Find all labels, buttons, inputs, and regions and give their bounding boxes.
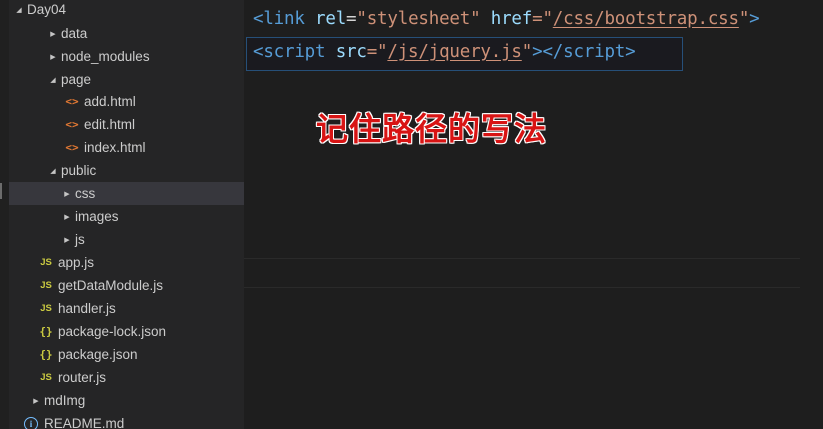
chevron-right-icon[interactable]: ▶	[45, 30, 61, 38]
js-file-icon: JS	[40, 372, 52, 383]
file-item[interactable]: <> index.html	[9, 136, 244, 159]
sash-indicator[interactable]	[0, 183, 2, 199]
tree-item-label: getDataModule.js	[58, 278, 164, 293]
token-attr: src	[335, 42, 367, 62]
info-icon: i	[24, 416, 38, 429]
folder-item[interactable]: ▶ mdImg	[9, 389, 244, 412]
file-item[interactable]: JS app.js	[9, 251, 244, 274]
file-item[interactable]: {} package.json	[9, 343, 244, 366]
tree-item-label: Day04	[27, 2, 67, 17]
token-eq-quote: ="	[532, 9, 553, 29]
file-item[interactable]: <> add.html	[9, 90, 244, 113]
token-eq-quote: ="	[366, 42, 388, 62]
chevron-down-icon[interactable]: ◢	[45, 167, 61, 175]
html-file-icon: <>	[65, 95, 79, 108]
tree-item-label: data	[61, 26, 88, 41]
annotation-text: 记住路径的写法	[316, 110, 548, 148]
chevron-down-icon[interactable]: ◢	[11, 6, 27, 14]
tree-item-label: app.js	[58, 255, 95, 270]
chevron-right-icon[interactable]: ▶	[59, 236, 75, 244]
explorer-gutter	[0, 0, 9, 429]
tree-item-label: add.html	[84, 94, 136, 109]
file-item[interactable]: {} package-lock.json	[9, 320, 244, 343]
file-item[interactable]: i README.md	[9, 412, 244, 429]
code-line-script[interactable]: <script src="/js/jquery.js"></script>	[253, 42, 636, 62]
file-explorer: ◢ Day04 ▶ data ▶ node_modules ◢ page <> add.html <…	[0, 0, 244, 429]
chevron-down-icon[interactable]: ◢	[45, 76, 61, 84]
js-file-icon: JS	[40, 303, 52, 314]
tree-item-label: mdImg	[44, 393, 86, 408]
tree-item-label: handler.js	[58, 301, 116, 316]
tree-item-label: node_modules	[61, 49, 150, 64]
token-path-link[interactable]: /css/bootstrap.css	[553, 9, 739, 29]
token-quote: "	[521, 42, 533, 62]
html-file-icon: <>	[65, 141, 79, 154]
token-punct: >	[749, 9, 760, 29]
tree-item-label: css	[75, 186, 96, 201]
js-file-icon: JS	[40, 280, 52, 291]
tree-item-label: edit.html	[84, 117, 136, 132]
folder-item[interactable]: ◢ public	[9, 159, 244, 182]
token-attr: rel	[315, 9, 347, 29]
folder-item[interactable]: ◢ Day04	[9, 0, 244, 21]
code-editor[interactable]: <link rel="stylesheet" href="/css/bootst…	[244, 0, 823, 429]
tree-item-label: js	[75, 232, 85, 247]
token-tag: link	[263, 9, 305, 29]
tree-item-label: page	[61, 72, 92, 87]
js-file-icon: JS	[40, 257, 52, 268]
token-attr: href	[490, 9, 533, 29]
folder-item[interactable]: ▶ images	[9, 205, 244, 228]
folder-item[interactable]: ▶ data	[9, 22, 244, 45]
token-punct: <	[253, 42, 264, 62]
file-item[interactable]: <> edit.html	[9, 113, 244, 136]
tree-item-label: README.md	[44, 416, 125, 429]
folder-item[interactable]: ▶ js	[9, 228, 244, 251]
file-item[interactable]: JS router.js	[9, 366, 244, 389]
token-tag: script	[563, 42, 626, 62]
tree-item-label: images	[75, 209, 119, 224]
json-file-icon: {}	[39, 348, 53, 361]
token-quote: "	[738, 9, 750, 29]
tree-item-label: router.js	[58, 370, 107, 385]
chevron-right-icon[interactable]: ▶	[45, 53, 61, 61]
folder-item[interactable]: ◢ page	[9, 68, 244, 91]
tree-item-label: package-lock.json	[58, 324, 167, 339]
token-tag: script	[263, 42, 326, 62]
html-file-icon: <>	[65, 118, 79, 131]
folder-item[interactable]: ▶ node_modules	[9, 45, 244, 68]
code-line-link[interactable]: <link rel="stylesheet" href="/css/bootst…	[253, 9, 760, 29]
token-punct: <	[253, 9, 264, 29]
file-item[interactable]: JS getDataModule.js	[9, 274, 244, 297]
json-file-icon: {}	[39, 325, 53, 338]
token-string: "stylesheet"	[356, 9, 481, 29]
tree-item-label: index.html	[84, 140, 146, 155]
chevron-right-icon[interactable]: ▶	[28, 397, 44, 405]
tree-item-label: public	[61, 163, 97, 178]
divider	[244, 287, 800, 288]
divider	[244, 258, 800, 259]
tree-item-label: package.json	[58, 347, 138, 362]
token-eq: =	[346, 9, 357, 29]
folder-item[interactable]: ▶ css	[9, 182, 244, 205]
chevron-right-icon[interactable]: ▶	[59, 213, 75, 221]
token-punct: ></	[532, 42, 564, 62]
file-item[interactable]: JS handler.js	[9, 297, 244, 320]
token-punct: >	[625, 42, 636, 62]
chevron-right-icon[interactable]: ▶	[59, 190, 75, 198]
token-path-link[interactable]: /js/jquery.js	[387, 42, 522, 62]
